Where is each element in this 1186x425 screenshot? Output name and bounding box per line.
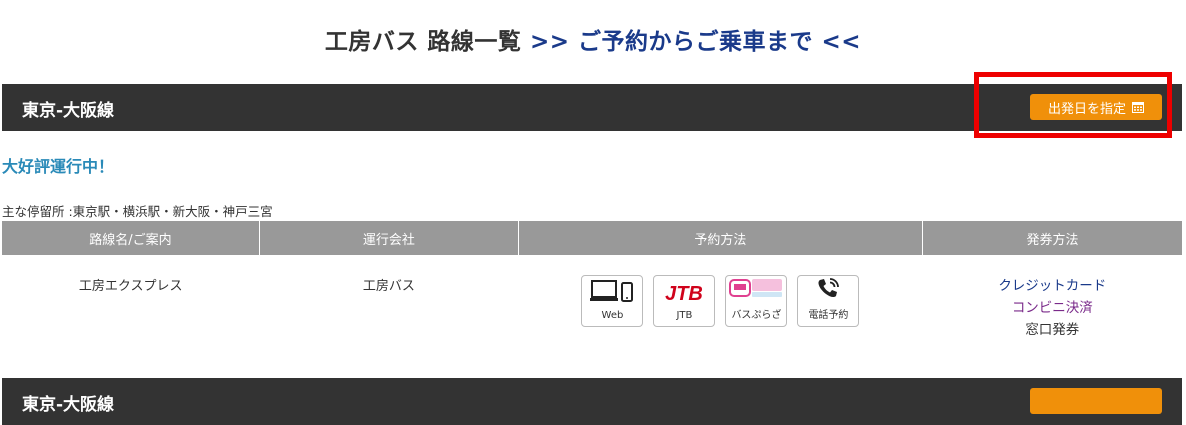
header-reservation: 予約方法 — [518, 221, 924, 255]
convenience-store-link[interactable]: コンビニ決済 — [924, 297, 1181, 319]
route-name-cell: 工房エクスプレス — [78, 279, 183, 294]
method-label: Web — [601, 310, 624, 321]
bus-plaza-reservation-button[interactable]: バスぷらざ — [725, 275, 788, 327]
page-title-main: 工房バス 路線一覧 — [324, 29, 522, 55]
route-name: 東京-大阪線 — [22, 101, 115, 121]
page-title: 工房バス 路線一覧 >> ご予約からご乗車まで << — [0, 22, 1186, 56]
issuance-cell: クレジットカード コンビニ決済 窓口発券 — [923, 255, 1182, 342]
counter-issuance-text: 窓口発券 — [1025, 322, 1080, 338]
header-issuance: 発券方法 — [922, 221, 1182, 255]
header-operator: 運行会社 — [259, 221, 519, 255]
reservation-cell: Web JTB JTB バスぷらざ 電話予約 — [518, 255, 922, 342]
route-table: 路線名/ご案内 運行会社 予約方法 発券方法 工房エクスプレス 工房バス Web… — [2, 221, 1182, 342]
status-text: 大好評運行中！ — [2, 157, 115, 176]
route-header: 東京-大阪線 — [2, 378, 1182, 425]
select-departure-date-button[interactable] — [1030, 388, 1162, 414]
method-label: 電話予約 — [808, 310, 849, 321]
table-header-row: 路線名/ご案内 運行会社 予約方法 発券方法 — [2, 221, 1182, 255]
header-route-name: 路線名/ご案内 — [2, 221, 260, 255]
highlight-box — [974, 72, 1172, 138]
bus-plaza-logo-icon — [729, 279, 783, 297]
method-label: JTB — [676, 310, 693, 321]
main-stops: 主な停留所 :東京駅・横浜駅・新大阪・神戸三宮 — [2, 204, 273, 219]
computer-phone-icon — [590, 280, 634, 302]
phone-reservation-button[interactable]: 電話予約 — [797, 275, 860, 327]
jtb-logo-icon: JTB — [666, 283, 704, 305]
jtb-reservation-button[interactable]: JTB JTB — [653, 275, 716, 327]
reservation-methods: Web JTB JTB バスぷらざ 電話予約 — [519, 275, 921, 327]
booking-guide-link[interactable]: >> ご予約からご乗車まで << — [530, 29, 861, 55]
route-name: 東京-大阪線 — [22, 395, 115, 415]
credit-card-link[interactable]: クレジットカード — [924, 275, 1181, 297]
phone-icon — [818, 278, 840, 298]
table-row: 工房エクスプレス 工房バス Web JTB JTB バスぷらざ 電話予約 クレジ… — [2, 255, 1182, 342]
operator-cell: 工房バス — [362, 279, 415, 294]
method-label: バスぷらざ — [731, 310, 782, 321]
web-reservation-button[interactable]: Web — [581, 275, 644, 327]
jtb-logo-text: JTB — [666, 283, 704, 305]
